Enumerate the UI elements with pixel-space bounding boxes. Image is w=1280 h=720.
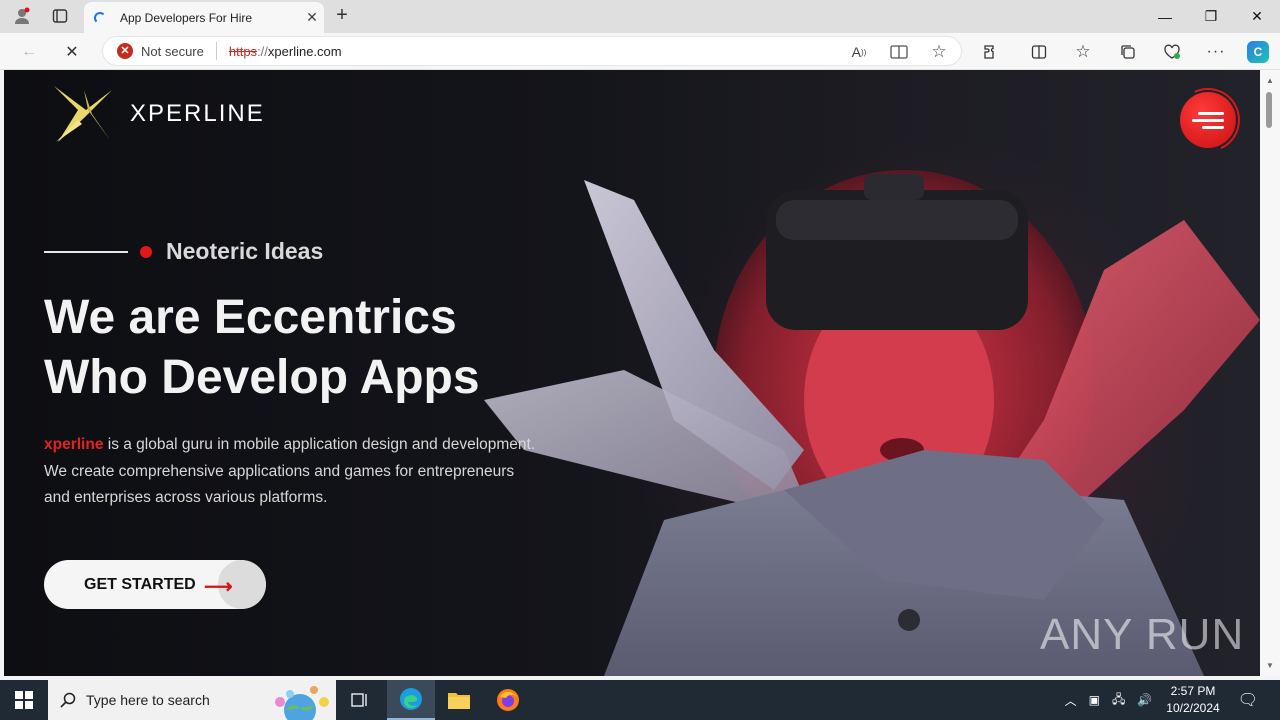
clock-time: 2:57 PM bbox=[1170, 684, 1216, 698]
browser-essentials-icon[interactable] bbox=[1157, 38, 1187, 66]
not-secure-icon: ✕ bbox=[117, 43, 133, 59]
logo-mark-icon bbox=[54, 86, 112, 142]
security-indicator[interactable]: ✕ Not secure bbox=[103, 43, 204, 59]
profile-icon[interactable] bbox=[8, 4, 36, 28]
search-placeholder: Type here to search bbox=[86, 692, 210, 708]
divider bbox=[215, 42, 217, 60]
firefox-icon[interactable] bbox=[484, 680, 532, 720]
security-label: Not secure bbox=[141, 43, 204, 59]
web-page: XPERLINE Neoteric Ideas We are Eccentric… bbox=[4, 70, 1260, 676]
browser-tab[interactable]: App Developers For Hire ✕ bbox=[84, 2, 324, 33]
file-explorer-icon[interactable] bbox=[435, 680, 483, 720]
volume-icon[interactable]: 🔊 bbox=[1137, 693, 1152, 707]
menu-button[interactable] bbox=[1166, 78, 1250, 162]
scroll-up-arrow-icon[interactable]: ▲ bbox=[1266, 76, 1274, 85]
notifications-icon[interactable]: 🗨 bbox=[1238, 690, 1258, 710]
back-button[interactable]: ← bbox=[14, 38, 44, 66]
meet-now-icon[interactable]: ▣ bbox=[1089, 693, 1100, 707]
scroll-down-arrow-icon[interactable]: ▼ bbox=[1266, 661, 1274, 670]
get-started-button[interactable]: GET STARTED ⟶ bbox=[44, 560, 266, 609]
close-tab-icon[interactable]: ✕ bbox=[300, 9, 324, 26]
title-bar: App Developers For Hire ✕ + — ❐ ✕ bbox=[0, 0, 1280, 33]
taskbar: Type here to search ︿ ▣ 🖧 🔊 2:57 PM 10/2… bbox=[0, 680, 1280, 720]
tagline-row: Neoteric Ideas bbox=[44, 238, 323, 265]
hero-image bbox=[484, 170, 1260, 676]
immersive-reader-icon[interactable] bbox=[887, 40, 911, 64]
system-tray: ︿ ▣ 🖧 🔊 2:57 PM 10/2/2024 🗨 bbox=[1059, 680, 1280, 720]
description-text: is a global guru in mobile application d… bbox=[44, 436, 536, 506]
task-view-icon[interactable] bbox=[336, 680, 384, 720]
search-highlight-icon bbox=[275, 686, 329, 720]
brand-name: xperline bbox=[44, 436, 104, 453]
new-tab-button[interactable]: + bbox=[330, 4, 354, 28]
stop-loading-button[interactable]: ✕ bbox=[57, 38, 87, 66]
split-screen-icon[interactable] bbox=[1024, 38, 1054, 66]
logo-text: XPERLINE bbox=[130, 100, 265, 127]
windows-icon bbox=[15, 691, 33, 709]
extensions-icon[interactable] bbox=[976, 38, 1006, 66]
tab-actions-icon[interactable] bbox=[46, 4, 74, 28]
favorites-icon[interactable]: ☆ bbox=[1068, 38, 1098, 66]
arrow-right-icon: ⟶ bbox=[204, 576, 233, 598]
tagline: Neoteric Ideas bbox=[166, 238, 324, 264]
collections-icon[interactable] bbox=[1113, 38, 1143, 66]
headline-line-1: We are Eccentrics bbox=[44, 291, 457, 344]
site-logo[interactable]: XPERLINE bbox=[48, 80, 265, 148]
read-aloud-icon[interactable]: A)) bbox=[847, 40, 871, 64]
edge-taskbar-icon[interactable] bbox=[387, 680, 435, 720]
search-icon bbox=[60, 692, 76, 708]
network-icon[interactable]: 🖧 bbox=[1112, 690, 1125, 711]
start-button[interactable] bbox=[0, 680, 48, 720]
navigation-bar: ← ✕ ✕ Not secure https://xperline.com A)… bbox=[0, 33, 1280, 70]
anyrun-watermark: ANY RUN bbox=[1040, 610, 1245, 659]
scroll-thumb[interactable] bbox=[1266, 92, 1272, 128]
clock-date: 10/2/2024 bbox=[1166, 701, 1220, 715]
get-started-label: GET STARTED bbox=[84, 575, 196, 593]
url-text[interactable]: https://xperline.com bbox=[229, 44, 342, 59]
headline-line-2: Who Develop Apps bbox=[44, 351, 480, 404]
tab-title: App Developers For Hire bbox=[120, 10, 253, 25]
restore-button[interactable]: ❐ bbox=[1188, 0, 1234, 33]
minimize-button[interactable]: — bbox=[1142, 0, 1188, 33]
copilot-icon[interactable]: C bbox=[1247, 41, 1269, 63]
page-scrollbar[interactable]: ▲ ▼ bbox=[1260, 70, 1280, 676]
more-options-icon[interactable]: ··· bbox=[1201, 38, 1231, 66]
tagline-dot bbox=[140, 245, 152, 258]
hero-description: xperline is a global guru in mobile appl… bbox=[44, 432, 544, 512]
hero-headline: We are Eccentrics Who Develop Apps bbox=[44, 288, 564, 408]
close-window-button[interactable]: ✕ bbox=[1234, 0, 1280, 33]
clock[interactable]: 2:57 PM 10/2/2024 bbox=[1166, 683, 1219, 717]
address-bar[interactable]: ✕ Not secure https://xperline.com A)) ☆ bbox=[102, 36, 962, 66]
tagline-line bbox=[44, 250, 128, 253]
loading-icon bbox=[94, 11, 106, 24]
favorite-star-icon[interactable]: ☆ bbox=[927, 40, 951, 64]
taskbar-search[interactable]: Type here to search bbox=[48, 680, 336, 720]
show-hidden-icons-icon[interactable]: ︿ bbox=[1065, 692, 1077, 709]
